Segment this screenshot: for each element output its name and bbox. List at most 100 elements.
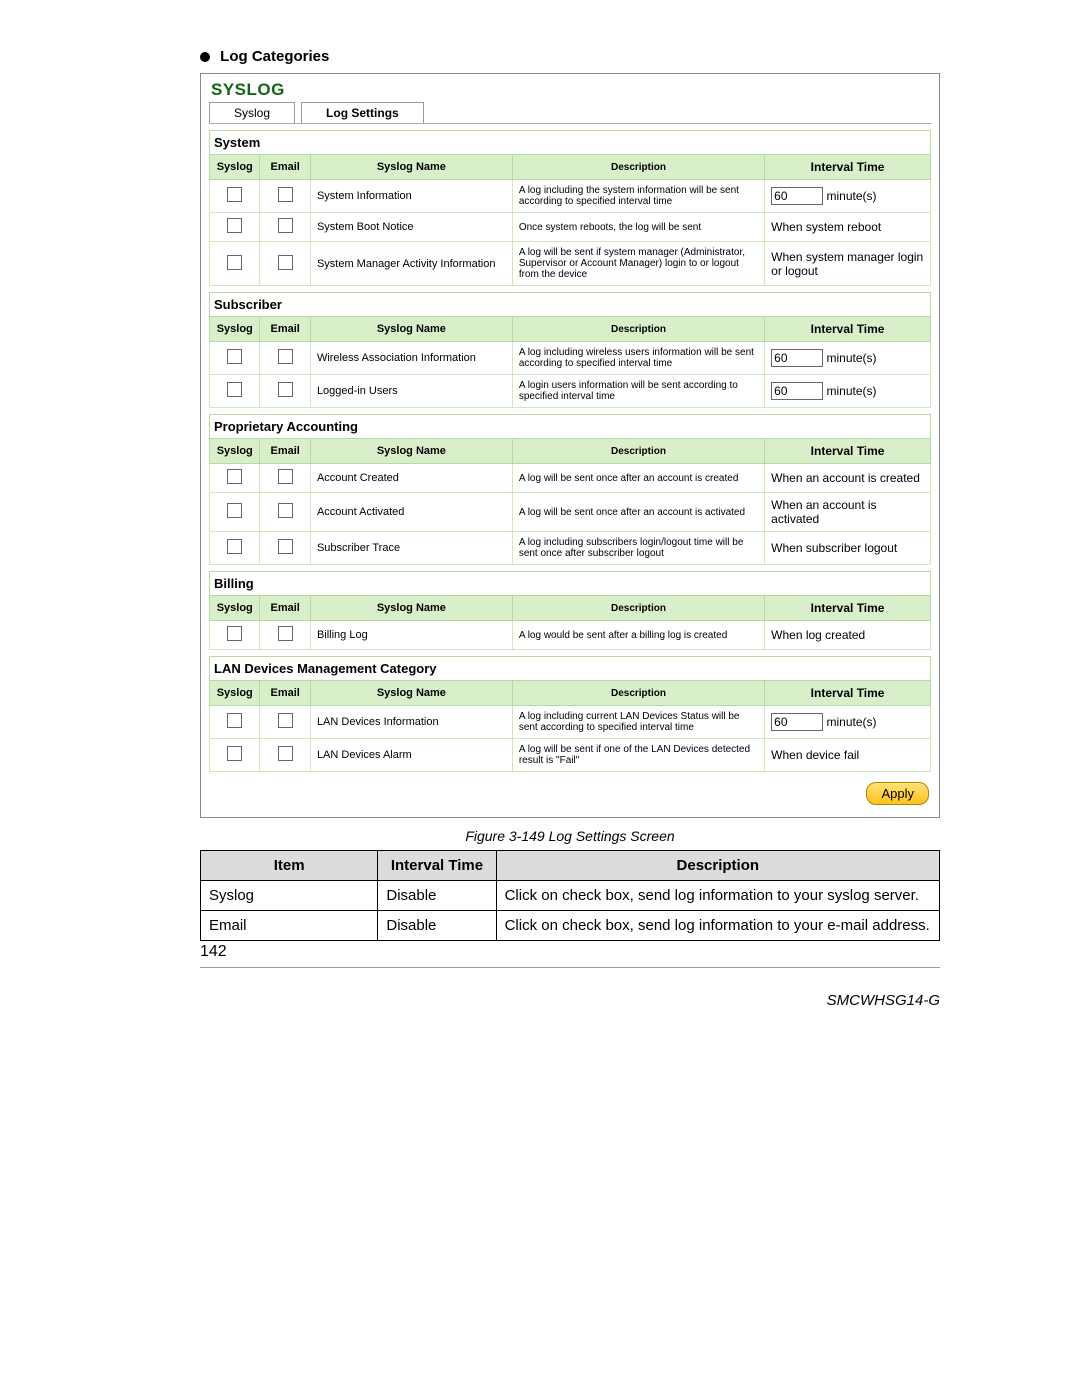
syslog-checkbox[interactable] [227, 382, 242, 397]
th-desc: Description [512, 596, 764, 621]
th-interval: Interval Time [765, 439, 931, 464]
model-label: SMCWHSG14-G [200, 992, 940, 1009]
table-row: LAN Devices InformationA log including c… [210, 706, 931, 739]
desc-item: Syslog [201, 881, 378, 911]
syslog-checkbox[interactable] [227, 255, 242, 270]
interval-input[interactable] [771, 349, 823, 367]
syslog-checkbox[interactable] [227, 626, 242, 641]
email-checkbox[interactable] [278, 255, 293, 270]
row-desc: A log including current LAN Devices Stat… [512, 706, 764, 739]
row-desc: Once system reboots, the log will be sen… [512, 213, 764, 242]
th-desc: Description [512, 439, 764, 464]
row-desc: A log including the system information w… [512, 180, 764, 213]
minute-suffix: minute(s) [827, 189, 877, 203]
email-checkbox[interactable] [278, 503, 293, 518]
interval-text: When device fail [771, 748, 859, 762]
email-checkbox[interactable] [278, 349, 293, 364]
email-checkbox[interactable] [278, 187, 293, 202]
email-checkbox[interactable] [278, 539, 293, 554]
th-syslog: Syslog [210, 596, 260, 621]
table-row: Account CreatedA log will be sent once a… [210, 464, 931, 493]
tab-log-settings[interactable]: Log Settings [301, 102, 424, 123]
row-desc: A log will be sent if one of the LAN Dev… [512, 739, 764, 772]
desc-th-item: Item [201, 851, 378, 881]
row-desc: A log including subscribers login/logout… [512, 532, 764, 565]
row-interval: minute(s) [765, 375, 931, 408]
row-name: LAN Devices Alarm [310, 739, 512, 772]
minute-suffix: minute(s) [827, 351, 877, 365]
syslog-checkbox[interactable] [227, 539, 242, 554]
row-interval: When system reboot [765, 213, 931, 242]
table-row: Billing LogA log would be sent after a b… [210, 621, 931, 650]
th-email: Email [260, 155, 310, 180]
th-name: Syslog Name [310, 681, 512, 706]
syslog-checkbox[interactable] [227, 503, 242, 518]
th-interval: Interval Time [765, 681, 931, 706]
interval-text: When an account is activated [771, 498, 876, 526]
row-interval: minute(s) [765, 706, 931, 739]
interval-input[interactable] [771, 713, 823, 731]
desc-interval: Disable [378, 911, 496, 941]
desc-th-desc: Description [496, 851, 939, 881]
table-row: Subscriber TraceA log including subscrib… [210, 532, 931, 565]
table-row: System Boot NoticeOnce system reboots, t… [210, 213, 931, 242]
th-name: Syslog Name [310, 155, 512, 180]
row-desc: A log will be sent once after an account… [512, 464, 764, 493]
th-interval: Interval Time [765, 317, 931, 342]
th-email: Email [260, 596, 310, 621]
desc-row: SyslogDisableClick on check box, send lo… [201, 881, 940, 911]
interval-text: When system manager login or logout [771, 250, 923, 278]
row-name: Account Activated [310, 493, 512, 532]
desc-row: EmailDisableClick on check box, send log… [201, 911, 940, 941]
desc-item: Email [201, 911, 378, 941]
syslog-checkbox[interactable] [227, 746, 242, 761]
row-interval: When system manager login or logout [765, 242, 931, 286]
syslog-checkbox[interactable] [227, 713, 242, 728]
tabs: Syslog Log Settings [209, 102, 931, 123]
syslog-checkbox[interactable] [227, 349, 242, 364]
th-syslog: Syslog [210, 317, 260, 342]
table-row: System Manager Activity InformationA log… [210, 242, 931, 286]
section-billing-header: Billing [209, 571, 931, 595]
section-heading-text: Log Categories [220, 48, 329, 65]
syslog-panel: SYSLOG Syslog Log Settings SystemSyslogE… [200, 73, 940, 818]
th-name: Syslog Name [310, 317, 512, 342]
th-syslog: Syslog [210, 681, 260, 706]
row-name: Wireless Association Information [310, 342, 512, 375]
interval-input[interactable] [771, 382, 823, 400]
apply-button[interactable]: Apply [866, 782, 929, 805]
tab-syslog[interactable]: Syslog [209, 102, 295, 123]
email-checkbox[interactable] [278, 218, 293, 233]
page-number: 142 [200, 943, 940, 961]
th-name: Syslog Name [310, 596, 512, 621]
interval-input[interactable] [771, 187, 823, 205]
panel-title: SYSLOG [209, 80, 931, 102]
minute-suffix: minute(s) [827, 384, 877, 398]
th-name: Syslog Name [310, 439, 512, 464]
th-desc: Description [512, 155, 764, 180]
email-checkbox[interactable] [278, 713, 293, 728]
desc-th-interval: Interval Time [378, 851, 496, 881]
email-checkbox[interactable] [278, 746, 293, 761]
email-checkbox[interactable] [278, 626, 293, 641]
email-checkbox[interactable] [278, 469, 293, 484]
email-checkbox[interactable] [278, 382, 293, 397]
row-name: System Boot Notice [310, 213, 512, 242]
interval-text: When subscriber logout [771, 541, 897, 555]
desc-interval: Disable [378, 881, 496, 911]
th-email: Email [260, 439, 310, 464]
syslog-checkbox[interactable] [227, 469, 242, 484]
interval-text: When log created [771, 628, 865, 642]
table-row: Account ActivatedA log will be sent once… [210, 493, 931, 532]
row-interval: When device fail [765, 739, 931, 772]
row-desc: A login users information will be sent a… [512, 375, 764, 408]
syslog-checkbox[interactable] [227, 187, 242, 202]
th-email: Email [260, 317, 310, 342]
minute-suffix: minute(s) [827, 715, 877, 729]
row-interval: minute(s) [765, 342, 931, 375]
row-desc: A log will be sent once after an account… [512, 493, 764, 532]
section-accounting-header: Proprietary Accounting [209, 414, 931, 438]
syslog-checkbox[interactable] [227, 218, 242, 233]
section-billing-table: SyslogEmailSyslog NameDescriptionInterva… [209, 595, 931, 650]
section-lan-table: SyslogEmailSyslog NameDescriptionInterva… [209, 680, 931, 772]
